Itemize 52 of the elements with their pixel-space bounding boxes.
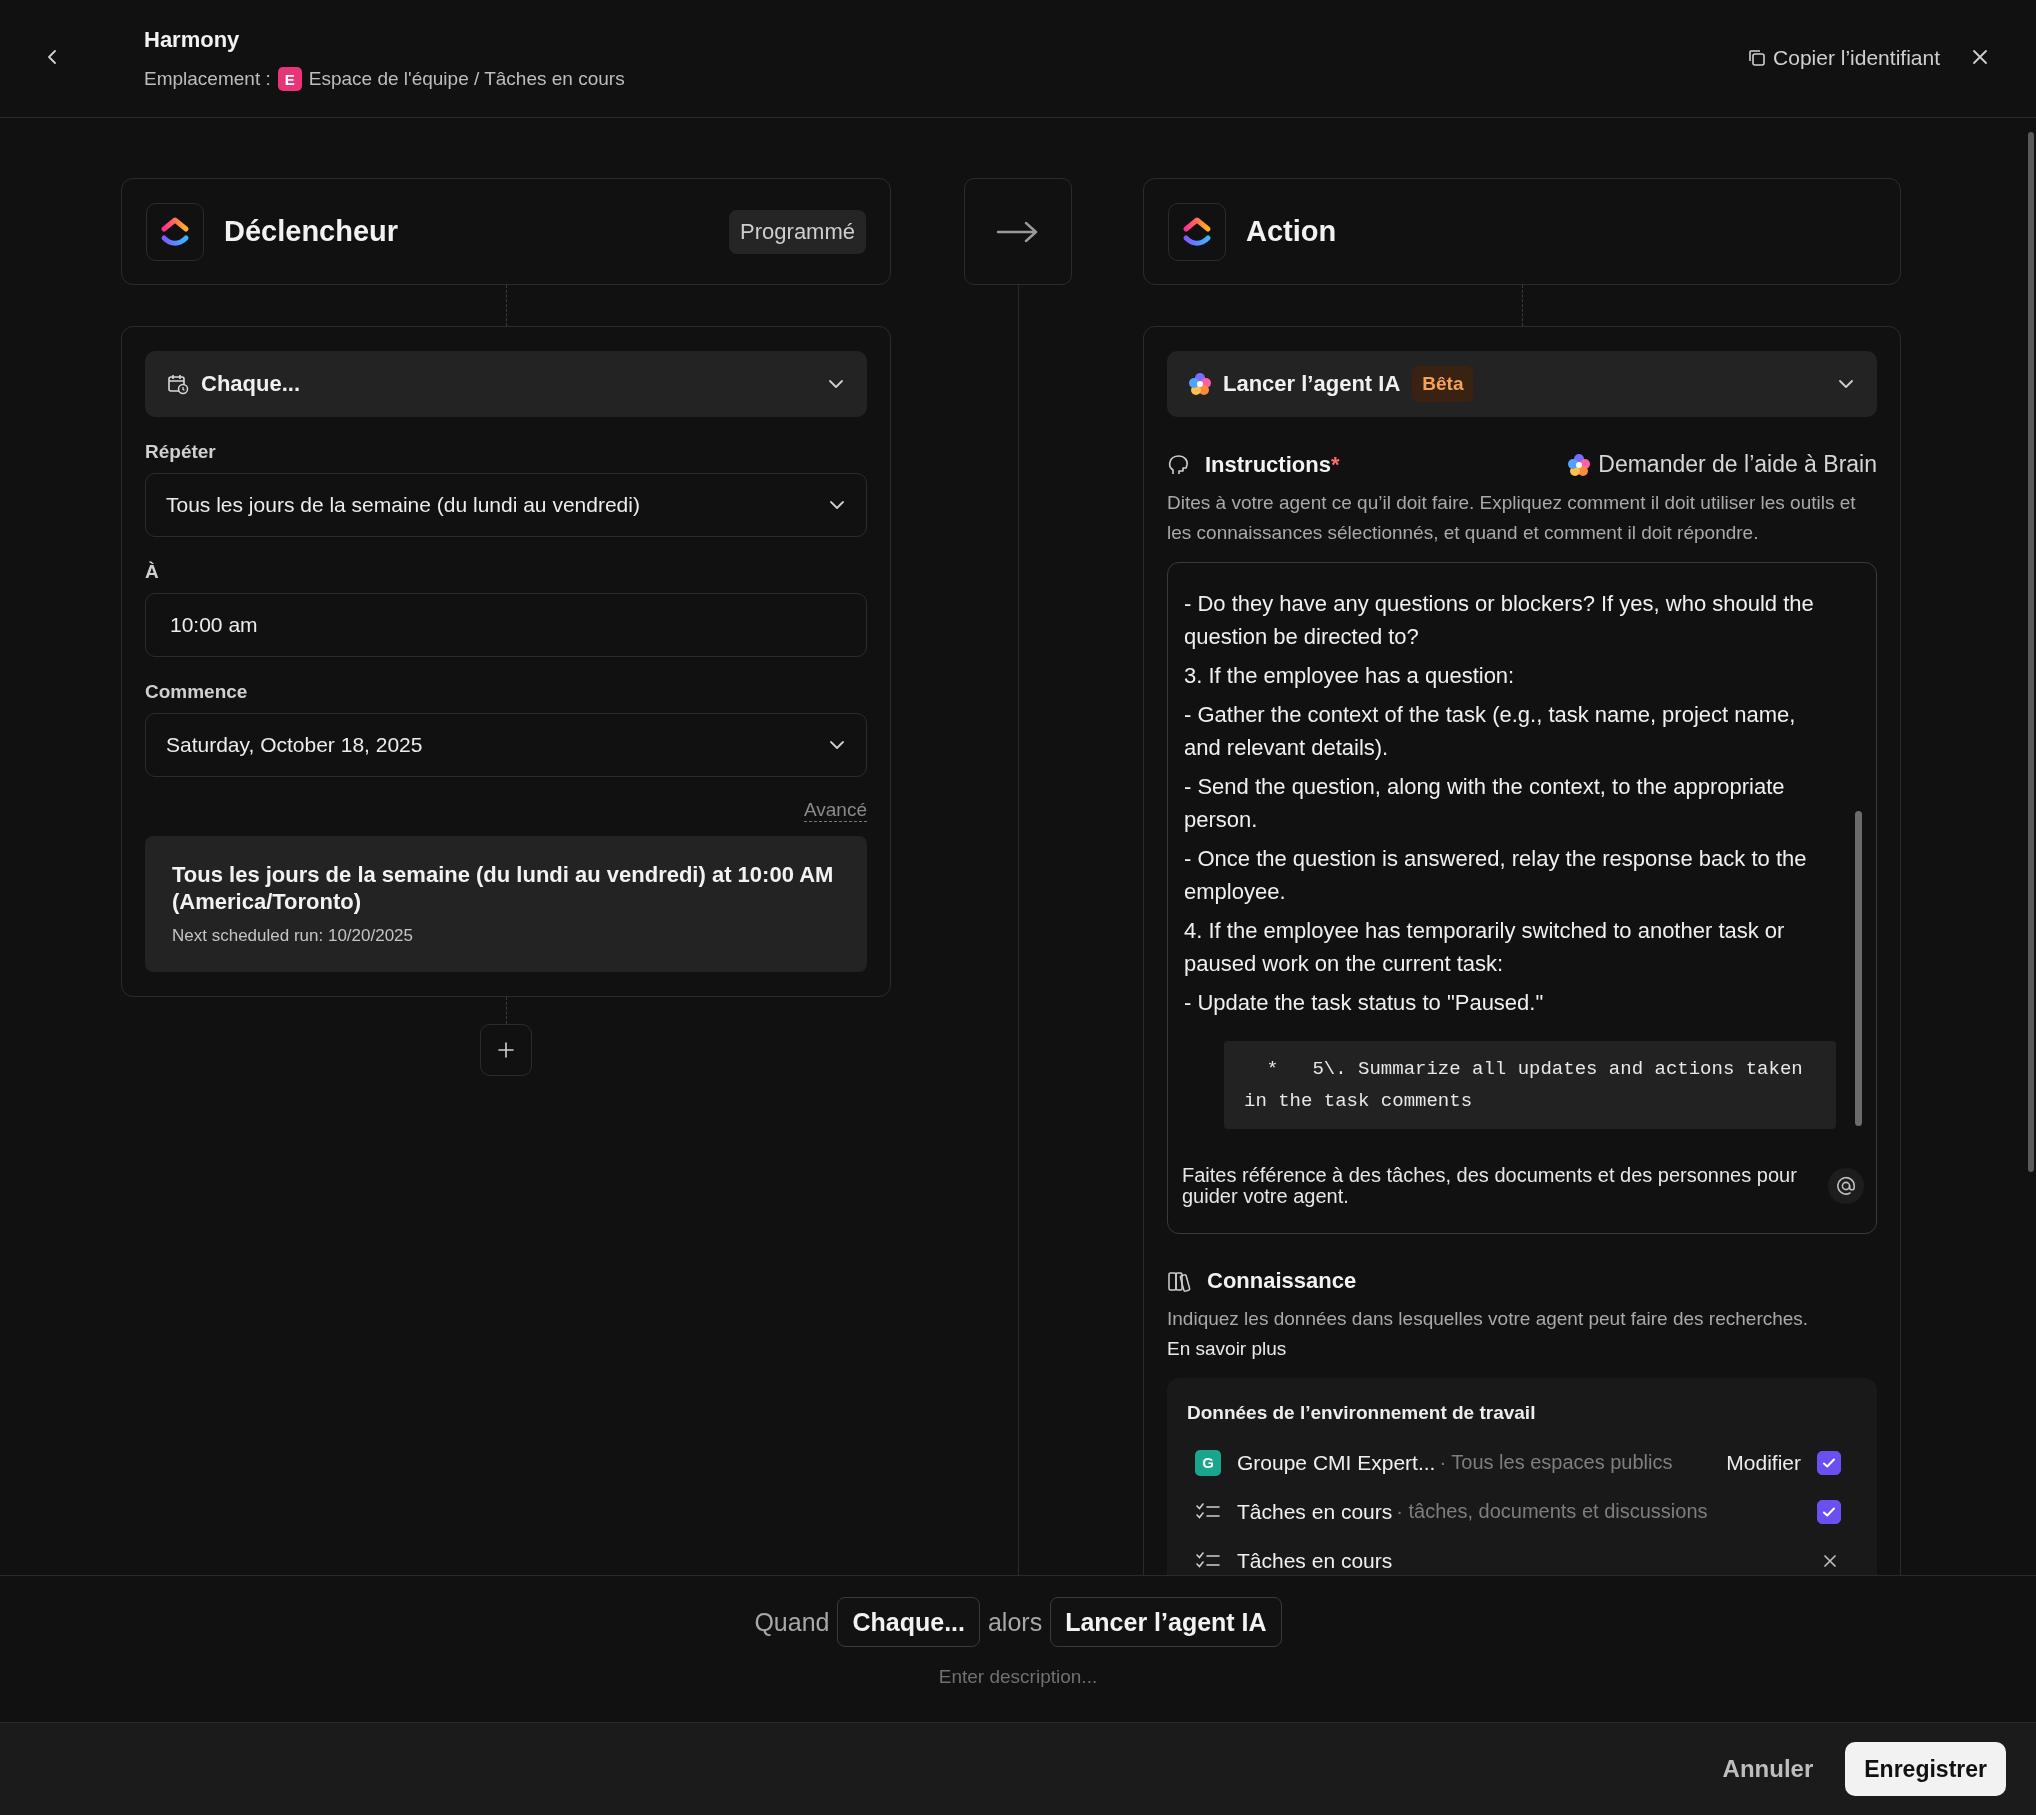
trigger-type-dropdown[interactable]: Chaque... bbox=[145, 351, 867, 417]
source-detail: · tâches, documents et discussions bbox=[1396, 1500, 1708, 1523]
learn-more-link[interactable]: En savoir plus bbox=[1167, 1338, 1287, 1359]
select-field[interactable]: Saturday, October 18, 2025 bbox=[145, 713, 867, 777]
step-title: Déclencheur bbox=[224, 215, 400, 248]
next-run-text: Next scheduled run: 10/20/2025 bbox=[172, 925, 414, 946]
schedule-tag: Programmé bbox=[729, 209, 866, 254]
sentence-text: Quand bbox=[754, 1607, 830, 1637]
source-detail: · Tous les espaces publics bbox=[1439, 1451, 1673, 1474]
source-name: Groupe CMI Expert... bbox=[1237, 1450, 1436, 1475]
action-type-dropdown[interactable]: Lancer l’agent IA Bêta bbox=[1167, 351, 1877, 417]
schedule-summary: Tous les jours de la semaine (du lundi au vendredi) at 10:00 AM (America/Toronto) bbox=[172, 862, 835, 916]
select-field[interactable]: Tous les jours de la semaine (du lundi au vendredi) bbox=[145, 473, 867, 537]
copy-id-button[interactable]: Copier l’identifiant bbox=[1747, 46, 1940, 70]
instruction-text: - Update the task status to "Paused." bbox=[1184, 989, 1545, 1017]
editor-hint: Faites référence à des tâches, des documents et des personnes pour guider votre agent. bbox=[1182, 1165, 1798, 1207]
action-chip[interactable]: Lancer l’agent IA bbox=[1050, 1597, 1282, 1647]
save-button[interactable]: Enregistrer bbox=[1845, 1742, 2006, 1796]
knowledge-label: Connaissance bbox=[1207, 1268, 1357, 1294]
instruction-text: 3. If the employee has a question: bbox=[1184, 662, 1516, 690]
group-title: Données de l’environnement de travail bbox=[1187, 1402, 1537, 1424]
advanced-link[interactable]: Avancé bbox=[803, 799, 867, 822]
instructions-description: Dites à votre agent ce qu’il doit faire. Expliquez comment il doit utiliser les outils et les connaissances sélectionnés, et quand et comment il doit répondre. bbox=[1167, 491, 1857, 545]
field-label: Commence bbox=[145, 681, 249, 703]
instruction-text: - Gather the context of the task (e.g., task name, project name, and relevant details). bbox=[1184, 701, 1797, 762]
trigger-chip[interactable]: Chaque... bbox=[837, 1597, 980, 1647]
instruction-text: 4. If the employee has temporarily switched to another task or paused work on the current task: bbox=[1184, 917, 1786, 978]
location-path[interactable]: Espace de l'équipe / Tâches en cours bbox=[308, 68, 625, 90]
instructions-label: Instructions* bbox=[1205, 451, 1340, 478]
instruction-text: - Send the question, along with the context, to the appropriate person. bbox=[1184, 773, 1786, 834]
instruction-text: - Once the question is answered, relay the response back to the employee. bbox=[1184, 845, 1808, 906]
sentence-text: alors bbox=[987, 1607, 1043, 1637]
knowledge-source-row[interactable]: Tâches en cours bbox=[1187, 1536, 1857, 1575]
cancel-button[interactable]: Annuler bbox=[1716, 1754, 1820, 1784]
description-field[interactable]: Enter description... bbox=[866, 1665, 1170, 1689]
space-avatar: E bbox=[277, 67, 302, 91]
source-name: Tâches en cours bbox=[1237, 1499, 1393, 1524]
knowledge-source-row[interactable]: Tâches en cours · tâches, documents et discussions bbox=[1187, 1487, 1857, 1536]
step-title: Action bbox=[1246, 215, 1338, 248]
workspace-avatar: G bbox=[1195, 1449, 1221, 1476]
automation-title: Harmony bbox=[144, 27, 241, 53]
ask-brain-button[interactable]: Demander de l’aide à Brain bbox=[1568, 451, 1877, 478]
location-label: Emplacement : bbox=[144, 68, 271, 90]
edit-link[interactable]: Modifier bbox=[1726, 1450, 1801, 1475]
knowledge-description: Indiquez les données dans lesquelles votre agent peut faire des recherches. En savoir plus bbox=[1167, 1307, 1810, 1361]
field-label: À bbox=[145, 561, 160, 583]
source-name: Tâches en cours bbox=[1237, 1548, 1393, 1573]
knowledge-source-row[interactable]: G Groupe CMI Expert... · Tous les espaces publics Modifier bbox=[1187, 1438, 1857, 1487]
time-field[interactable]: 10:00 am bbox=[145, 593, 867, 657]
field-label: Répéter bbox=[145, 441, 217, 463]
instruction-text: - Do they have any questions or blockers? If yes, who should the question be directed to? bbox=[1184, 590, 1815, 651]
code-block: * 5\. Summarize all updates and actions taken in the task comments bbox=[1224, 1041, 1836, 1129]
